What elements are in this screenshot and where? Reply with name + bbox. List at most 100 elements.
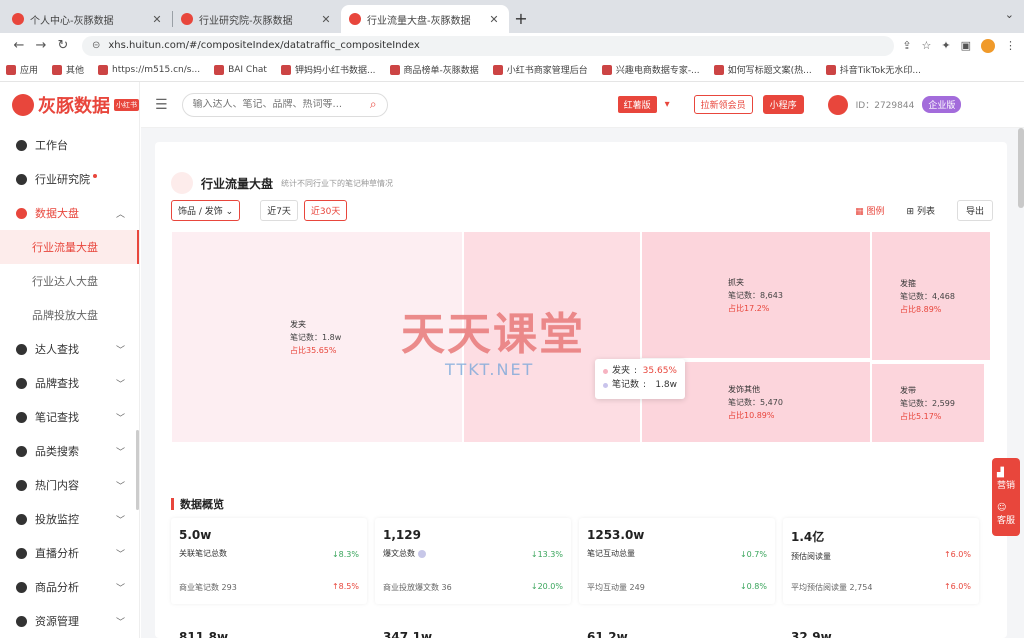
stat-value: 5.0w bbox=[179, 528, 212, 542]
resource-icon bbox=[16, 615, 27, 627]
treemap-cell[interactable]: 抓夹 笔记数：8,643 占比17.2% bbox=[642, 232, 870, 358]
monitor-icon bbox=[16, 513, 27, 525]
address-bar: ← → ↻ ⊝ xhs.huitun.com/#/compositeIndex/… bbox=[0, 33, 1024, 58]
new-dot bbox=[93, 174, 97, 178]
browser-tab[interactable]: 个人中心-灰豚数据 ✕ bbox=[4, 5, 172, 33]
search-input[interactable] bbox=[192, 99, 370, 110]
bookmark-item[interactable]: 抖音TikTok无水印... bbox=[825, 63, 921, 76]
sidepanel-icon[interactable]: ▣ bbox=[961, 39, 971, 52]
user-id: ID：2729844 bbox=[855, 101, 915, 111]
service-button[interactable]: ☺ 客服 bbox=[997, 503, 1015, 526]
bookmark-item[interactable]: 如何写标题文案(热... bbox=[713, 63, 812, 76]
bookmark-item[interactable]: https://m515.cn/s... bbox=[98, 64, 200, 75]
view-list-button[interactable]: ⊞ 列表 bbox=[907, 204, 935, 217]
bookmark-item[interactable]: 钾妈妈小红书数据... bbox=[280, 63, 376, 76]
stat-sub: 平均互动量 249 bbox=[587, 583, 645, 592]
profile-avatar[interactable] bbox=[981, 38, 995, 53]
chevron-down-icon: ﹀ bbox=[115, 617, 125, 628]
help-icon[interactable] bbox=[418, 549, 426, 558]
service-icon: ☺ bbox=[996, 503, 1007, 513]
bookmark-icon bbox=[214, 64, 225, 75]
upgrade-button[interactable]: 拉新领会员 bbox=[693, 95, 753, 114]
sidebar-item-kol-search[interactable]: 达人查找 ﹀ bbox=[0, 332, 139, 366]
bookmark-item[interactable]: 其他 bbox=[52, 63, 84, 76]
treemap-cell[interactable]: 发带 笔记数：2,599 占比5.17% bbox=[872, 364, 984, 442]
range-30-button[interactable]: 近30天 bbox=[303, 200, 348, 221]
stat-sub-change: ↑6.0% bbox=[943, 582, 971, 591]
bookmark-item[interactable]: 商品榜单-灰豚数据 bbox=[389, 63, 479, 76]
range-7-button[interactable]: 近7天 bbox=[260, 200, 298, 221]
chevron-down-icon: ﹀ bbox=[115, 413, 125, 424]
back-icon[interactable]: ← bbox=[8, 38, 30, 53]
treemap-cell-pct: 占比17.2% bbox=[728, 303, 770, 313]
bookmark-item[interactable]: 小红书商家管理后台 bbox=[492, 63, 588, 76]
page-subtitle: 统计不同行业下的笔记种草情况 bbox=[281, 178, 394, 188]
sidebar-item-workbench[interactable]: 工作台 bbox=[0, 128, 139, 162]
bookmark-item[interactable]: 兴趣电商数据专家-... bbox=[601, 63, 700, 76]
traffic-icon bbox=[171, 172, 193, 194]
new-tab-icon[interactable]: + bbox=[509, 5, 533, 33]
url-field[interactable]: ⊝ xhs.huitun.com/#/compositeIndex/datatr… bbox=[82, 35, 895, 56]
browser-tab[interactable]: 行业研究院-灰豚数据 ✕ bbox=[173, 5, 341, 33]
version-select[interactable]: 红薯版 ▾ bbox=[617, 96, 670, 113]
share-icon[interactable]: ⇪ bbox=[902, 39, 911, 52]
reload-icon[interactable]: ↻ bbox=[52, 38, 74, 53]
list-icon: ⊞ bbox=[906, 207, 915, 217]
star-icon[interactable]: ☆ bbox=[922, 39, 932, 52]
bookmark-item[interactable]: 应用 bbox=[6, 63, 38, 76]
close-tab-icon[interactable]: ✕ bbox=[319, 13, 333, 26]
sidebar-item-category[interactable]: 品类搜索 ﹀ bbox=[0, 434, 139, 468]
chevron-down-icon[interactable]: ⌄ bbox=[1005, 8, 1014, 21]
page-scrollbar[interactable] bbox=[1018, 128, 1024, 208]
stat-card: 1.4亿 预估阅读量 ↑6.0% 平均预估阅读量 2,754 ↑6.0% bbox=[783, 518, 979, 604]
chevron-down-icon: ﹀ bbox=[115, 345, 125, 356]
sidebar-subitem-brand[interactable]: 品牌投放大盘 bbox=[0, 298, 139, 332]
treemap-cell-pct: 占比8.89% bbox=[900, 304, 942, 314]
extensions-icon[interactable]: ✦ bbox=[941, 39, 950, 52]
watermark-text: 天天课堂 bbox=[401, 309, 585, 360]
treemap-cell[interactable]: 发箍 笔记数：4,468 占比8.89% bbox=[872, 232, 990, 360]
forward-icon[interactable]: → bbox=[30, 38, 52, 53]
marketing-button[interactable]: ▟ 营销 bbox=[997, 468, 1015, 491]
miniapp-button[interactable]: 小程序 bbox=[762, 95, 804, 114]
bookmark-icon bbox=[713, 64, 724, 75]
sidebar-item-goods[interactable]: 商品分析 ﹀ bbox=[0, 570, 139, 604]
goods-icon bbox=[16, 581, 27, 593]
user-avatar[interactable] bbox=[827, 94, 848, 115]
sidebar-item-dashboard[interactable]: 数据大盘 ︿ bbox=[0, 196, 139, 230]
sidebar-subitem-traffic[interactable]: 行业流量大盘 bbox=[0, 230, 139, 264]
dashboard-icon bbox=[16, 207, 27, 219]
sidebar-item-resource[interactable]: 资源管理 ﹀ bbox=[0, 604, 139, 638]
chevron-down-icon: ﹀ bbox=[115, 583, 125, 594]
sidebar-item-hot[interactable]: 热门内容 ﹀ bbox=[0, 468, 139, 502]
app-logo[interactable]: 灰豚数据 小红书 bbox=[0, 82, 139, 128]
category-filter[interactable]: 饰品 / 发饰 ⌄ bbox=[171, 200, 241, 221]
logo-icon bbox=[12, 94, 34, 116]
stat-value: 1,129 bbox=[383, 528, 421, 542]
sidebar-item-note-search[interactable]: 笔记查找 ﹀ bbox=[0, 400, 139, 434]
enterprise-badge[interactable]: 企业版 bbox=[922, 96, 962, 113]
stat-change: ↓0.7% bbox=[739, 550, 767, 559]
content-card: 行业流量大盘 统计不同行业下的笔记种草情况 饰品 / 发饰 ⌄ 近7天 近30天… bbox=[155, 142, 1007, 638]
menu-toggle-icon[interactable]: ☰ bbox=[155, 97, 168, 113]
sidebar-scrollbar[interactable] bbox=[136, 430, 139, 510]
view-chart-button[interactable]: ▦ 图例 bbox=[855, 204, 884, 217]
browser-tab-active[interactable]: 行业流量大盘-灰豚数据 ✕ bbox=[341, 5, 509, 33]
sidebar-item-live[interactable]: 直播分析 ﹀ bbox=[0, 536, 139, 570]
tab-title: 个人中心-灰豚数据 bbox=[30, 15, 114, 27]
stat-value-peek: 32.9w bbox=[791, 630, 832, 638]
home-icon bbox=[16, 139, 27, 151]
sidebar-item-research[interactable]: 行业研究院 bbox=[0, 162, 139, 196]
sidebar-item-monitor[interactable]: 投放监控 ﹀ bbox=[0, 502, 139, 536]
stat-value: 1253.0w bbox=[587, 528, 645, 542]
close-tab-icon[interactable]: ✕ bbox=[487, 13, 501, 26]
menu-dots-icon[interactable]: ⋮ bbox=[1005, 39, 1016, 52]
search-icon[interactable]: ⌕ bbox=[370, 97, 377, 112]
tab-title: 行业研究院-灰豚数据 bbox=[199, 15, 293, 27]
sidebar-subitem-kol[interactable]: 行业达人大盘 bbox=[0, 264, 139, 298]
sidebar-item-brand-search[interactable]: 品牌查找 ﹀ bbox=[0, 366, 139, 400]
tab-title: 行业流量大盘-灰豚数据 bbox=[367, 15, 471, 27]
bookmark-item[interactable]: BAI Chat bbox=[214, 64, 267, 75]
export-button[interactable]: 导出 bbox=[956, 200, 993, 221]
close-tab-icon[interactable]: ✕ bbox=[150, 13, 164, 26]
